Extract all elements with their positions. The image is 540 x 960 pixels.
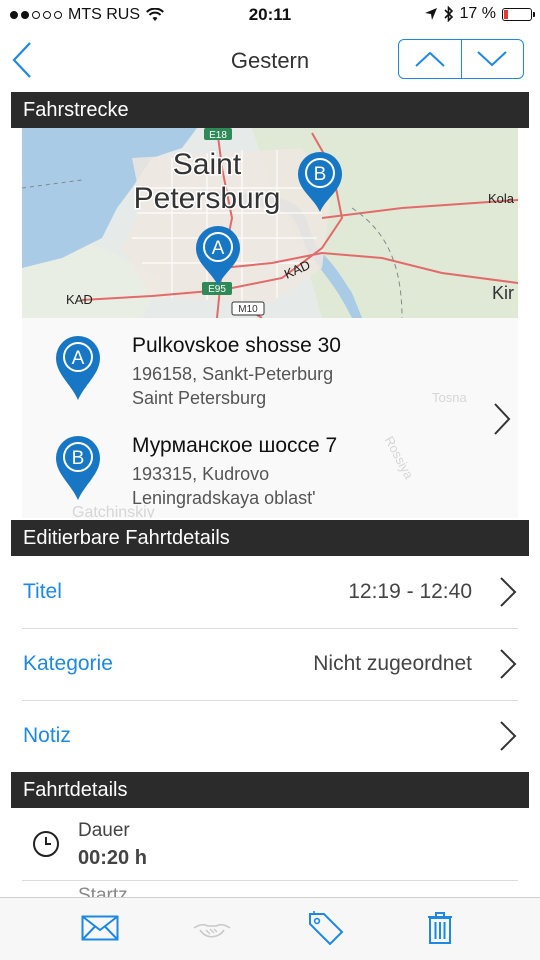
battery-icon <box>502 7 535 21</box>
route-start: Pulkovskoe shosse 30 196158, Sankt-Peter… <box>132 334 341 409</box>
ghost-map-label-rossiya: Rossiya <box>381 433 417 482</box>
status-right: 17 % <box>424 5 535 23</box>
end-marker-icon: B <box>56 436 100 500</box>
chevron-right-icon <box>500 721 517 751</box>
row-category[interactable]: Kategorie Nicht zugeordnet <box>22 628 518 701</box>
map-label-kad-left: KAD <box>66 292 93 307</box>
bluetooth-icon <box>443 6 453 22</box>
ghost-map-label-tosna: Tosna <box>432 390 467 405</box>
map-marker-a-label: A <box>212 238 225 259</box>
map-city-label-1: Saint <box>173 148 242 181</box>
title-value: 12:19 - 12:40 <box>348 580 472 603</box>
map-label-e18: E18 <box>209 130 227 141</box>
tag-icon <box>309 911 344 945</box>
handshake-button[interactable] <box>192 910 232 946</box>
start-street: Pulkovskoe shosse 30 <box>132 334 341 357</box>
duration-label: Dauer <box>78 820 130 841</box>
chevron-right-icon <box>500 649 517 679</box>
location-arrow-icon <box>424 8 437 20</box>
handshake-icon <box>193 923 231 938</box>
end-street: Мурманское шоссе 7 <box>132 434 338 457</box>
chevron-up-icon <box>415 51 445 67</box>
section-header-editable: Editierbare Fahrtdetails <box>11 520 529 556</box>
chevron-down-icon <box>477 51 507 67</box>
start-region: Saint Petersburg <box>132 388 267 408</box>
battery-percent: 17 % <box>459 5 496 22</box>
chevron-right-icon <box>500 577 517 607</box>
section-header-route: Fahrstrecke <box>11 92 529 128</box>
map-city-label-2: Petersburg <box>134 182 281 215</box>
route-end: Мурманское шоссе 7 193315, Kudrovo Lenin… <box>132 434 337 509</box>
bottom-toolbar <box>0 897 540 960</box>
map-label-kir: Kir <box>492 283 514 303</box>
tag-button[interactable] <box>306 910 346 946</box>
route-summary[interactable]: Tosna Rossiya Gatchinskiy A Pulkovskoe s… <box>22 318 518 518</box>
navigation-bar: Gestern <box>0 32 540 88</box>
start-marker-icon: A <box>56 336 100 400</box>
end-city: 193315, Kudrovo <box>132 464 270 484</box>
trip-navigation-control <box>398 39 524 79</box>
end-marker-label: B <box>72 448 85 469</box>
map-label-kola: Kola <box>488 191 515 206</box>
row-title[interactable]: Titel 12:19 - 12:40 <box>22 556 518 629</box>
category-value: Nicht zugeordnet <box>313 652 472 675</box>
note-label: Notiz <box>23 724 71 747</box>
next-trip-button[interactable] <box>460 40 524 78</box>
chevron-right-icon[interactable] <box>492 402 512 436</box>
start-city: 196158, Sankt-Peterburg <box>132 364 334 384</box>
section-header-details: Fahrtdetails <box>11 772 529 808</box>
map-canvas: E18 E95 M10 Saint Petersburg KAD KAD Kol… <box>22 128 518 318</box>
email-button[interactable] <box>80 910 120 946</box>
duration-value: 00:20 h <box>78 847 147 869</box>
detail-duration: Dauer 00:20 h <box>22 808 518 881</box>
trash-icon <box>428 912 452 944</box>
clock-icon <box>33 831 59 857</box>
delete-button[interactable] <box>420 910 460 946</box>
category-label: Kategorie <box>23 652 113 675</box>
end-region: Leningradskaya oblast' <box>132 488 316 508</box>
route-map[interactable]: E18 E95 M10 Saint Petersburg KAD KAD Kol… <box>22 128 518 318</box>
envelope-icon <box>81 915 119 941</box>
map-label-e95: E95 <box>208 284 226 295</box>
start-marker-label: A <box>72 348 85 369</box>
status-bar: MTS RUS 20:11 17 % <box>0 0 540 32</box>
previous-trip-button[interactable] <box>399 40 461 78</box>
row-note[interactable]: Notiz <box>22 700 518 772</box>
title-label: Titel <box>23 580 62 603</box>
map-label-m10: M10 <box>238 304 258 315</box>
map-marker-b-label: B <box>314 164 327 185</box>
